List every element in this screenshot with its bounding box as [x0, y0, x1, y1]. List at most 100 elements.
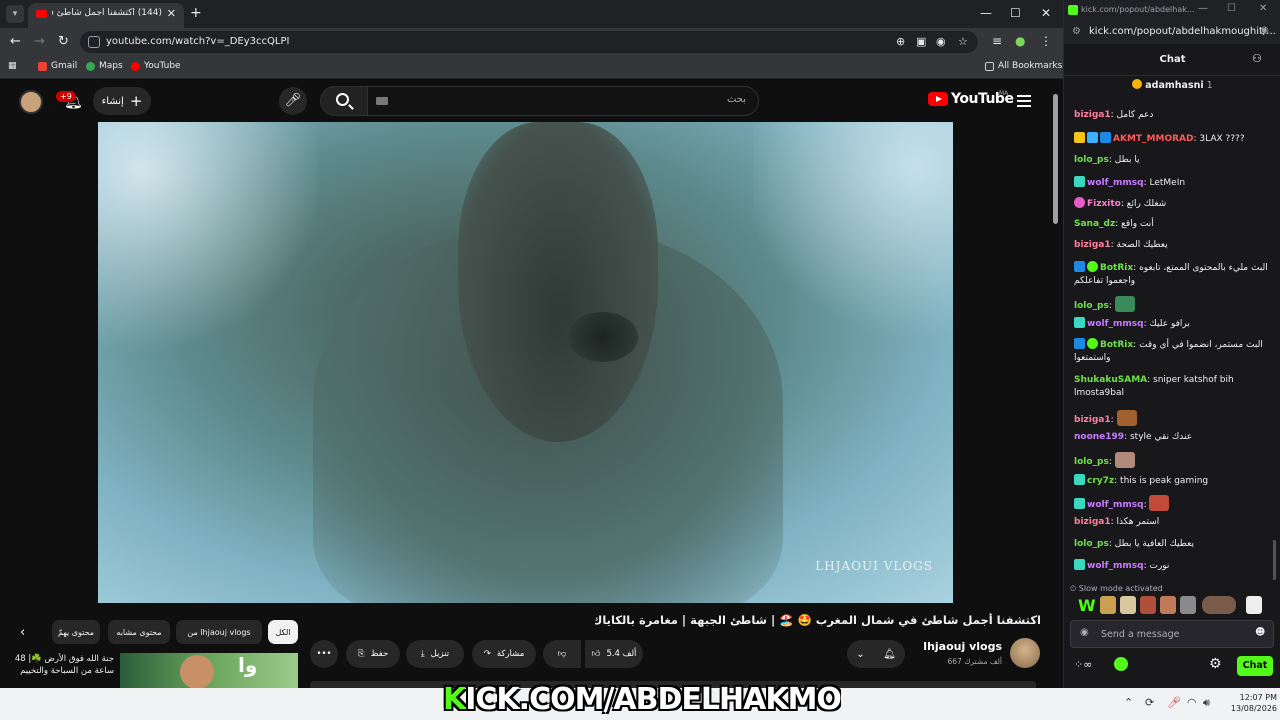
emote-icon[interactable] — [1160, 596, 1176, 614]
bookmark-youtube[interactable]: YouTube — [131, 61, 181, 71]
chat-username[interactable]: biziga1 — [1074, 110, 1111, 120]
apps-grid-icon[interactable]: ▦ — [8, 61, 17, 71]
chip-all[interactable]: الكل — [268, 620, 298, 644]
chat-send-button[interactable]: Chat — [1237, 656, 1273, 676]
system-clock[interactable]: 12:07 PM 13/08/2026 — [1217, 692, 1277, 714]
maximize-icon[interactable]: ☐ — [1010, 6, 1021, 20]
reload-icon[interactable]: ↻ — [58, 34, 69, 49]
bookmark-star-icon[interactable]: ☆ — [958, 35, 968, 48]
close-tab-icon[interactable]: ✕ — [167, 7, 176, 20]
chat-username[interactable]: biziga1 — [1074, 415, 1111, 425]
emoji-icon[interactable]: ☻ — [1255, 627, 1265, 638]
eye-off-icon[interactable]: ◉ — [936, 35, 946, 48]
emote-icon[interactable] — [1202, 596, 1236, 614]
microphone-icon[interactable]: 🎤︎ — [1167, 696, 1181, 709]
minimize-icon[interactable]: — — [980, 6, 992, 20]
channel-avatar[interactable] — [1010, 638, 1040, 668]
like-button[interactable]: 👍︎ 5.4 ألف — [585, 640, 643, 668]
kick-coin-icon[interactable] — [1114, 657, 1128, 671]
chat-username[interactable]: biziga1 — [1074, 240, 1111, 250]
save-button[interactable]: ⎘ حفظ — [346, 640, 400, 668]
chat-username[interactable]: cry7z — [1087, 476, 1114, 486]
emote-icon[interactable] — [1140, 596, 1156, 614]
chat-username[interactable]: AKMT_MMORAD — [1113, 134, 1193, 144]
search-button[interactable] — [320, 86, 368, 116]
tray-sync-icon[interactable]: ⟳ — [1145, 696, 1154, 709]
chevron-left-icon[interactable]: ‹ — [20, 625, 25, 640]
users-settings-icon[interactable]: ⚇ — [1252, 52, 1262, 65]
chip-from-channel[interactable]: من lhjaouj vlogs — [176, 620, 262, 644]
chat-username[interactable]: lolo_ps — [1074, 155, 1109, 165]
forward-icon[interactable]: → — [34, 34, 45, 49]
tab-search-icon[interactable]: ▾ — [6, 5, 24, 23]
chat-username[interactable]: wolf_mmsq — [1087, 561, 1144, 571]
tray-chevron-icon[interactable]: ⌃ — [1124, 696, 1133, 709]
reply-icon[interactable]: ◉ — [1080, 627, 1089, 638]
emote-icon[interactable] — [1180, 596, 1196, 614]
chat-username[interactable]: biziga1 — [1074, 517, 1111, 527]
close-window-icon[interactable]: ✕ — [1041, 6, 1051, 20]
page-scrollbar[interactable] — [1052, 84, 1060, 684]
subscribed-button[interactable]: ⌄ 🔔︎ — [847, 640, 905, 668]
chat-username[interactable]: Sana_dz — [1074, 219, 1115, 229]
site-info-icon[interactable]: ⚙ — [1072, 26, 1081, 37]
chip-similar[interactable]: محتوى مشابه — [108, 620, 170, 644]
bookmark-gmail[interactable]: Gmail — [38, 61, 77, 71]
emote-icon[interactable] — [1100, 596, 1116, 614]
recommended-video-thumbnail[interactable]: وا — [120, 653, 298, 688]
chat-scrollbar[interactable] — [1273, 540, 1276, 580]
minimize-icon[interactable]: — — [1198, 3, 1208, 14]
tab-youtube[interactable]: (144) اكتشفنا أجمل شاطئ في ✕ — [28, 3, 184, 28]
chat-username[interactable]: wolf_mmsq — [1087, 500, 1144, 510]
recommended-video-title[interactable]: جنة الله فوق الأرض ☘️| 48 ساعة من السباح… — [14, 653, 114, 677]
channel-name[interactable]: lhjaouj vlogs — [920, 640, 1002, 653]
keyboard-icon[interactable] — [376, 97, 388, 105]
more-actions-button[interactable]: ••• — [310, 640, 338, 668]
chat-username[interactable]: noone199 — [1074, 432, 1124, 442]
chat-address-bar[interactable]: ⚙ kick.com/popout/abdelhakmoughit/... ◉ — [1064, 20, 1280, 44]
chat-username[interactable]: wolf_mmsq — [1087, 178, 1144, 188]
pinned-gifter[interactable]: adamhasni 1 — [1064, 79, 1280, 95]
chat-username[interactable]: BotRix — [1100, 263, 1133, 273]
volume-icon[interactable]: 🔊︎ — [1203, 696, 1210, 710]
new-tab-icon[interactable]: + — [190, 5, 202, 21]
chat-message-input[interactable]: ◉ Send a message ☻ — [1070, 620, 1274, 648]
chat-username[interactable]: ShukakuSAMA — [1074, 375, 1147, 385]
create-button[interactable]: إنشاء + — [93, 87, 151, 115]
share-button[interactable]: ↷ مشاركة — [472, 640, 536, 668]
chat-username[interactable]: lolo_ps — [1074, 301, 1109, 311]
chat-username[interactable]: Fizxito — [1087, 199, 1121, 209]
profile-icon[interactable]: ● — [1015, 34, 1025, 48]
cast-icon[interactable]: ▣ — [916, 35, 926, 48]
chip-related-important[interactable]: محتوى يهمّ — [52, 620, 100, 644]
emote-icon[interactable] — [1120, 596, 1136, 614]
eye-off-icon[interactable]: ◉ — [1260, 25, 1269, 36]
emote-w-icon[interactable]: W — [1078, 596, 1096, 615]
emote-icon[interactable] — [1246, 596, 1262, 614]
address-bar[interactable]: youtube.com/watch?v=_DEy3ccQLPI ⊕ ▣ ◉ ☆ — [80, 31, 978, 53]
chat-username[interactable]: wolf_mmsq — [1087, 319, 1144, 329]
community-icon[interactable]: ⁘∞ — [1074, 658, 1092, 671]
video-player[interactable]: LHJAOUI VLOGS — [98, 122, 953, 603]
chat-username[interactable]: lolo_ps — [1074, 539, 1109, 549]
dislike-button[interactable]: 👎︎ — [543, 640, 581, 668]
hamburger-menu-icon[interactable] — [1017, 95, 1031, 107]
bookmark-maps[interactable]: Maps — [86, 61, 123, 71]
chat-username[interactable]: lolo_ps — [1074, 457, 1109, 467]
menu-kebab-icon[interactable]: ⋮ — [1040, 34, 1052, 48]
site-info-icon[interactable] — [88, 36, 100, 48]
search-input[interactable]: بحث — [367, 86, 759, 116]
all-bookmarks[interactable]: All Bookmarks — [985, 61, 1062, 71]
gear-icon[interactable]: ⚙ — [1209, 656, 1222, 672]
voice-search-microphone-icon[interactable]: 🎤︎ — [279, 87, 307, 115]
wifi-icon[interactable]: ◠ — [1187, 696, 1197, 709]
chat-username[interactable]: BotRix — [1100, 340, 1133, 350]
download-button[interactable]: ⤓ تنزيل — [406, 640, 464, 668]
maximize-icon[interactable]: ☐ — [1227, 3, 1236, 14]
media-control-icon[interactable]: ≡ — [992, 34, 1002, 48]
close-window-icon[interactable]: ✕ — [1259, 3, 1267, 14]
scrollbar-thumb[interactable] — [1053, 94, 1058, 224]
back-icon[interactable]: ← — [10, 34, 21, 49]
zoom-icon[interactable]: ⊕ — [896, 35, 905, 48]
account-avatar[interactable] — [19, 90, 43, 114]
